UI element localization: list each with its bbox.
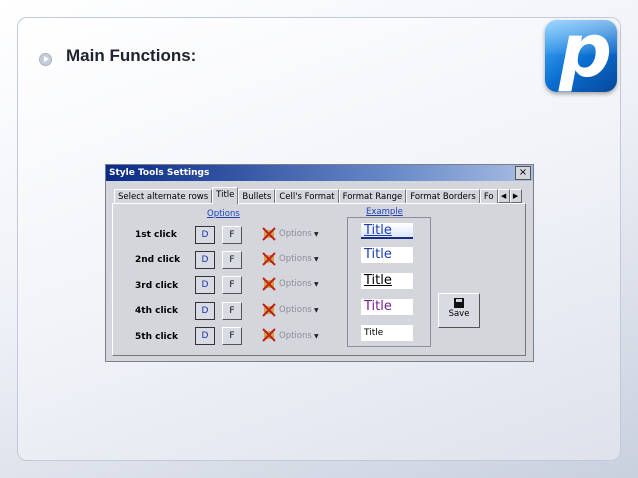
chevron-down-icon[interactable]: ▼ [314, 256, 319, 263]
format-options-icon[interactable] [262, 227, 276, 241]
example-title-5: Title [361, 325, 413, 341]
row2-f-button[interactable]: F [222, 251, 242, 269]
chevron-down-icon[interactable]: ▼ [314, 307, 319, 314]
tab-format-range[interactable]: Format Range [338, 189, 407, 204]
row3-f-button[interactable]: F [222, 276, 242, 294]
row3-d-button[interactable]: D [195, 276, 215, 294]
row1-options-label[interactable]: Options [279, 229, 312, 239]
row-label-1st-click: 1st click [135, 230, 177, 240]
app-logo: p [545, 20, 617, 92]
tab-scroll-left-button[interactable]: ◀ [497, 189, 510, 203]
example-title-2: Title [361, 247, 413, 263]
chevron-down-icon[interactable]: ▼ [314, 281, 319, 288]
tab-title[interactable]: Title [212, 187, 239, 204]
bullet-arrow-icon [39, 53, 52, 66]
row-label-5th-click: 5th click [135, 332, 178, 342]
row4-f-button[interactable]: F [222, 302, 242, 320]
example-title-3: Title [361, 273, 413, 289]
floppy-disk-icon [454, 298, 464, 308]
tab-scroll-controls: ◀ ▶ [497, 189, 522, 203]
tab-cells-format[interactable]: Cell's Format [275, 189, 339, 204]
format-options-icon[interactable] [262, 252, 276, 266]
tab-select-alternate-rows[interactable]: Select alternate rows [114, 189, 213, 204]
row1-d-button[interactable]: D [195, 226, 215, 244]
close-button[interactable]: × [515, 166, 531, 180]
options-header: Options [207, 209, 240, 219]
example-header: Example [366, 207, 403, 217]
chevron-down-icon[interactable]: ▼ [314, 231, 319, 238]
row5-options-label[interactable]: Options [279, 331, 312, 341]
example-title-1: Title [361, 223, 413, 239]
tab-strip: Select alternate rows Title Bullets Cell… [114, 187, 522, 204]
title-tab-panel: Options Example 1st click D F Options ▼ … [112, 203, 526, 356]
format-options-icon[interactable] [262, 328, 276, 342]
row4-d-button[interactable]: D [195, 302, 215, 320]
row5-d-button[interactable]: D [195, 327, 215, 345]
tab-bullets[interactable]: Bullets [238, 189, 276, 204]
row5-f-button[interactable]: F [222, 327, 242, 345]
format-options-icon[interactable] [262, 277, 276, 291]
row-label-3rd-click: 3rd click [135, 281, 179, 291]
example-title-4: Title [361, 299, 413, 315]
row3-options-label[interactable]: Options [279, 279, 312, 289]
row2-options-label[interactable]: Options [279, 254, 312, 264]
tab-format-borders[interactable]: Format Borders [406, 189, 480, 204]
tab-fo[interactable]: Fo [479, 189, 498, 204]
save-button[interactable]: Save [438, 293, 480, 328]
row-label-2nd-click: 2nd click [135, 255, 181, 265]
row1-f-button[interactable]: F [222, 226, 242, 244]
row-label-4th-click: 4th click [135, 306, 178, 316]
save-label: Save [448, 309, 470, 319]
dialog-title: Style Tools Settings [109, 168, 210, 178]
format-options-icon[interactable] [262, 303, 276, 317]
chevron-down-icon[interactable]: ▼ [314, 333, 319, 340]
row4-options-label[interactable]: Options [279, 305, 312, 315]
tab-scroll-right-button[interactable]: ▶ [509, 189, 522, 203]
slide-heading: Main Functions: [66, 46, 197, 65]
row2-d-button[interactable]: D [195, 251, 215, 269]
style-tools-dialog: Style Tools Settings × Select alternate … [105, 164, 534, 362]
logo-p-glyph: p [559, 20, 612, 92]
dialog-titlebar: Style Tools Settings × [106, 165, 533, 181]
